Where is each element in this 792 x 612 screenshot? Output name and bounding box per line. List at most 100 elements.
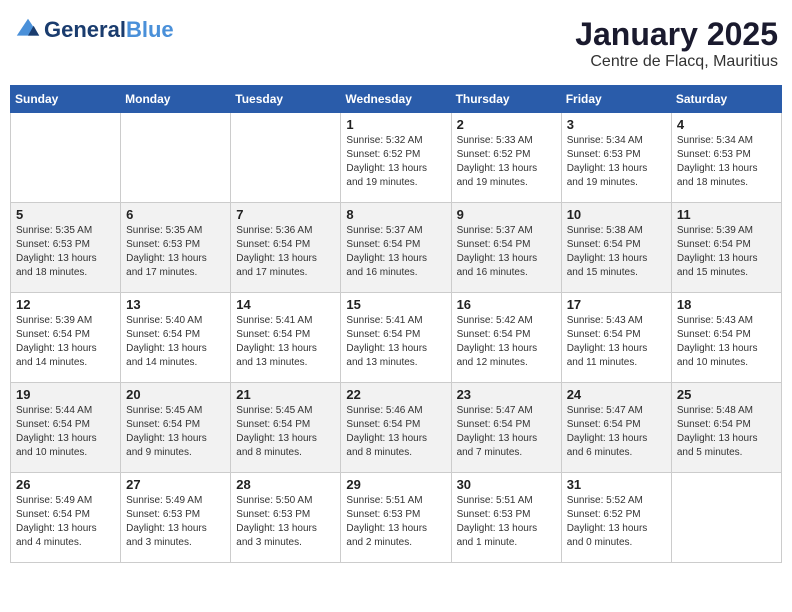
day-number: 6 <box>126 207 225 222</box>
calendar-cell: 8Sunrise: 5:37 AM Sunset: 6:54 PM Daylig… <box>341 203 451 293</box>
logo-icon <box>14 16 42 44</box>
day-info: Sunrise: 5:50 AM Sunset: 6:53 PM Dayligh… <box>236 494 335 550</box>
weekday-header-wednesday: Wednesday <box>341 86 451 113</box>
weekday-header-thursday: Thursday <box>451 86 561 113</box>
day-info: Sunrise: 5:37 AM Sunset: 6:54 PM Dayligh… <box>457 224 556 280</box>
calendar-cell: 31 Sunrise: 5:52 AM Sunset: 6:52 PM Dayli… <box>561 473 671 563</box>
calendar-week-row: 5Sunrise: 5:35 AM Sunset: 6:53 PM Daylig… <box>11 203 782 293</box>
day-info: Sunrise: 5:44 AM Sunset: 6:54 PM Dayligh… <box>16 404 115 460</box>
day-number: 29 <box>346 477 445 492</box>
page-header: GeneralBlue January 2025 Centre de Flacq… <box>10 10 782 77</box>
day-info: Sunrise: 5:38 AM Sunset: 6:54 PM Dayligh… <box>567 224 666 280</box>
day-info: Sunrise: 5:49 AM Sunset: 6:53 PM Dayligh… <box>126 494 225 550</box>
day-info: Sunrise: 5:36 AM Sunset: 6:54 PM Dayligh… <box>236 224 335 280</box>
day-number: 27 <box>126 477 225 492</box>
calendar-subtitle: Centre de Flacq, Mauritius <box>575 53 778 71</box>
calendar-cell: 26 Sunrise: 5:49 AM Sunset: 6:54 PM Dayli… <box>11 473 121 563</box>
day-number: 22 <box>346 387 445 402</box>
day-info: Sunrise: 5:47 AM Sunset: 6:54 PM Dayligh… <box>567 404 666 460</box>
calendar-cell: 16Sunrise: 5:42 AM Sunset: 6:54 PM Dayli… <box>451 293 561 383</box>
day-info: Sunrise: 5:32 AM Sunset: 6:52 PM Dayligh… <box>346 134 445 190</box>
day-number: 11 <box>677 207 776 222</box>
day-info: Sunrise: 5:34 AM Sunset: 6:53 PM Dayligh… <box>677 134 776 190</box>
day-number: 18 <box>677 297 776 312</box>
calendar-title: January 2025 <box>575 16 778 53</box>
day-info: Sunrise: 5:34 AM Sunset: 6:53 PM Dayligh… <box>567 134 666 190</box>
day-info: Sunrise: 5:41 AM Sunset: 6:54 PM Dayligh… <box>346 314 445 370</box>
day-number: 28 <box>236 477 335 492</box>
day-number: 30 <box>457 477 556 492</box>
day-info: Sunrise: 5:45 AM Sunset: 6:54 PM Dayligh… <box>126 404 225 460</box>
calendar-cell: 7Sunrise: 5:36 AM Sunset: 6:54 PM Daylig… <box>231 203 341 293</box>
day-number: 1 <box>346 117 445 132</box>
calendar-cell: 2 Sunrise: 5:33 AM Sunset: 6:52 PM Daylig… <box>451 113 561 203</box>
calendar-cell: 20Sunrise: 5:45 AM Sunset: 6:54 PM Dayli… <box>121 383 231 473</box>
calendar-cell: 12 Sunrise: 5:39 AM Sunset: 6:54 PM Dayli… <box>11 293 121 383</box>
day-number: 17 <box>567 297 666 312</box>
day-number: 4 <box>677 117 776 132</box>
day-number: 19 <box>16 387 115 402</box>
day-number: 26 <box>16 477 115 492</box>
day-number: 25 <box>677 387 776 402</box>
day-number: 15 <box>346 297 445 312</box>
day-number: 2 <box>457 117 556 132</box>
calendar-header: SundayMondayTuesdayWednesdayThursdayFrid… <box>11 86 782 113</box>
calendar-week-row: 26 Sunrise: 5:49 AM Sunset: 6:54 PM Dayli… <box>11 473 782 563</box>
calendar-cell: 29 Sunrise: 5:51 AM Sunset: 6:53 PM Dayli… <box>341 473 451 563</box>
weekday-header-sunday: Sunday <box>11 86 121 113</box>
day-info: Sunrise: 5:52 AM Sunset: 6:52 PM Dayligh… <box>567 494 666 550</box>
day-number: 21 <box>236 387 335 402</box>
day-number: 31 <box>567 477 666 492</box>
day-info: Sunrise: 5:43 AM Sunset: 6:54 PM Dayligh… <box>567 314 666 370</box>
calendar-body: 1 Sunrise: 5:32 AM Sunset: 6:52 PM Daylig… <box>11 113 782 563</box>
day-info: Sunrise: 5:40 AM Sunset: 6:54 PM Dayligh… <box>126 314 225 370</box>
calendar-cell: 18 Sunrise: 5:43 AM Sunset: 6:54 PM Dayli… <box>671 293 781 383</box>
calendar-cell: 13Sunrise: 5:40 AM Sunset: 6:54 PM Dayli… <box>121 293 231 383</box>
day-info: Sunrise: 5:41 AM Sunset: 6:54 PM Dayligh… <box>236 314 335 370</box>
calendar-cell: 3 Sunrise: 5:34 AM Sunset: 6:53 PM Daylig… <box>561 113 671 203</box>
day-info: Sunrise: 5:43 AM Sunset: 6:54 PM Dayligh… <box>677 314 776 370</box>
logo: GeneralBlue <box>14 16 174 44</box>
calendar-cell: 25 Sunrise: 5:48 AM Sunset: 6:54 PM Dayli… <box>671 383 781 473</box>
title-block: January 2025 Centre de Flacq, Mauritius <box>575 16 778 71</box>
day-number: 12 <box>16 297 115 312</box>
calendar-table: SundayMondayTuesdayWednesdayThursdayFrid… <box>10 85 782 563</box>
calendar-cell: 21Sunrise: 5:45 AM Sunset: 6:54 PM Dayli… <box>231 383 341 473</box>
calendar-cell: 15 Sunrise: 5:41 AM Sunset: 6:54 PM Dayli… <box>341 293 451 383</box>
calendar-cell <box>121 113 231 203</box>
calendar-cell: 22Sunrise: 5:46 AM Sunset: 6:54 PM Dayli… <box>341 383 451 473</box>
calendar-cell: 24Sunrise: 5:47 AM Sunset: 6:54 PM Dayli… <box>561 383 671 473</box>
logo-text: GeneralBlue <box>44 18 174 42</box>
day-number: 8 <box>346 207 445 222</box>
calendar-week-row: 12 Sunrise: 5:39 AM Sunset: 6:54 PM Dayli… <box>11 293 782 383</box>
weekday-header-row: SundayMondayTuesdayWednesdayThursdayFrid… <box>11 86 782 113</box>
calendar-cell <box>231 113 341 203</box>
calendar-cell: 19 Sunrise: 5:44 AM Sunset: 6:54 PM Dayli… <box>11 383 121 473</box>
calendar-cell: 5Sunrise: 5:35 AM Sunset: 6:53 PM Daylig… <box>11 203 121 293</box>
day-info: Sunrise: 5:51 AM Sunset: 6:53 PM Dayligh… <box>457 494 556 550</box>
day-number: 9 <box>457 207 556 222</box>
weekday-header-tuesday: Tuesday <box>231 86 341 113</box>
calendar-cell: 6Sunrise: 5:35 AM Sunset: 6:53 PM Daylig… <box>121 203 231 293</box>
calendar-week-row: 1 Sunrise: 5:32 AM Sunset: 6:52 PM Daylig… <box>11 113 782 203</box>
weekday-header-friday: Friday <box>561 86 671 113</box>
day-info: Sunrise: 5:39 AM Sunset: 6:54 PM Dayligh… <box>16 314 115 370</box>
calendar-cell: 17 Sunrise: 5:43 AM Sunset: 6:54 PM Dayli… <box>561 293 671 383</box>
calendar-cell: 10 Sunrise: 5:38 AM Sunset: 6:54 PM Dayli… <box>561 203 671 293</box>
calendar-cell: 4 Sunrise: 5:34 AM Sunset: 6:53 PM Daylig… <box>671 113 781 203</box>
day-info: Sunrise: 5:49 AM Sunset: 6:54 PM Dayligh… <box>16 494 115 550</box>
day-number: 5 <box>16 207 115 222</box>
calendar-cell: 14Sunrise: 5:41 AM Sunset: 6:54 PM Dayli… <box>231 293 341 383</box>
day-number: 10 <box>567 207 666 222</box>
calendar-cell: 11 Sunrise: 5:39 AM Sunset: 6:54 PM Dayli… <box>671 203 781 293</box>
calendar-cell: 28 Sunrise: 5:50 AM Sunset: 6:53 PM Dayli… <box>231 473 341 563</box>
calendar-cell: 23Sunrise: 5:47 AM Sunset: 6:54 PM Dayli… <box>451 383 561 473</box>
day-info: Sunrise: 5:48 AM Sunset: 6:54 PM Dayligh… <box>677 404 776 460</box>
day-info: Sunrise: 5:33 AM Sunset: 6:52 PM Dayligh… <box>457 134 556 190</box>
day-number: 3 <box>567 117 666 132</box>
calendar-cell: 1 Sunrise: 5:32 AM Sunset: 6:52 PM Daylig… <box>341 113 451 203</box>
day-info: Sunrise: 5:39 AM Sunset: 6:54 PM Dayligh… <box>677 224 776 280</box>
day-info: Sunrise: 5:47 AM Sunset: 6:54 PM Dayligh… <box>457 404 556 460</box>
weekday-header-monday: Monday <box>121 86 231 113</box>
day-info: Sunrise: 5:51 AM Sunset: 6:53 PM Dayligh… <box>346 494 445 550</box>
